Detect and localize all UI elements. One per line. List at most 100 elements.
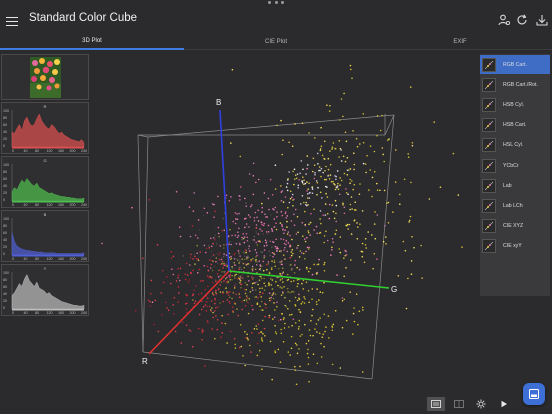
mode-item-lab-lch[interactable]: Lab LCh [480,196,550,215]
color-point [279,222,282,224]
color-cube-3d-plot[interactable]: R G B [89,52,477,392]
mode-item-hsl-cyl[interactable]: HSL Cyl. [480,136,550,155]
multitasking-dots[interactable] [268,1,284,7]
color-point [290,335,293,338]
color-point [264,302,266,305]
mode-item-cie-xyy[interactable]: CIE xyY [480,237,550,256]
mode-item-cie-xyz[interactable]: CIE XYZ [480,217,550,236]
color-point [316,362,319,365]
color-point [264,239,267,241]
color-point [260,265,263,267]
color-point [192,269,194,272]
color-point [301,252,303,254]
mode-item-rgb-cart[interactable]: RGB Cart. [480,55,550,74]
color-point [240,283,242,286]
refresh-icon[interactable] [515,13,529,27]
color-point [231,297,233,300]
color-point [381,114,383,117]
color-point [185,324,188,327]
histogram-x-tick-label: 240 [81,149,87,153]
color-point [314,174,316,176]
color-point [241,236,243,239]
color-point [285,305,288,308]
color-point [205,251,207,254]
color-point [243,241,246,244]
color-point [236,213,238,215]
color-point [311,298,313,300]
color-point [342,155,345,158]
color-point [216,273,219,275]
color-point [345,267,347,269]
color-point [282,139,284,141]
play-button[interactable] [495,397,513,411]
color-point [327,168,330,171]
color-point [233,287,236,289]
color-point [303,183,305,186]
color-point [204,289,206,291]
mode-item-hsb-cart[interactable]: HSB Cart. [480,116,550,135]
color-point [294,264,296,266]
color-point [212,244,214,247]
color-point [323,270,326,272]
color-point [339,184,341,186]
color-point [354,201,357,203]
color-space-icon [482,118,496,133]
color-point [328,110,331,112]
color-point [306,268,308,270]
mode-item-hsb-cyl[interactable]: HSB Cyl. [480,95,550,114]
mode-item-ycbcr[interactable]: YCbCr [480,156,550,175]
tulip-image-thumbnail[interactable] [30,57,61,98]
color-space-list: RGB Cart. RGB Cart./Rot. HSB Cyl. HSB Cart.… [480,54,550,296]
color-point [282,188,285,191]
color-point [248,280,250,282]
color-point [164,301,167,304]
person-settings-icon[interactable] [497,13,511,27]
image-view-button[interactable] [427,397,445,411]
color-point [194,300,197,303]
color-point [331,249,333,251]
color-point [308,381,310,383]
color-point [333,182,335,185]
photo-picker-button[interactable] [523,383,545,405]
color-point [368,189,370,191]
color-point [215,293,218,295]
split-view-button[interactable] [450,397,468,411]
color-point [246,333,248,336]
download-icon[interactable] [535,13,549,27]
color-point [262,224,265,227]
color-point [300,160,303,162]
color-point [410,273,413,275]
color-point [345,319,348,322]
color-point [283,286,285,288]
color-point [244,292,247,295]
color-point [323,345,325,348]
color-point [282,238,285,241]
color-point [203,244,206,247]
color-point [273,316,276,319]
color-point [258,349,261,352]
color-point [286,189,289,192]
tab-cie-plot[interactable]: CIE Plot [184,34,368,50]
r-axis [148,270,230,355]
color-point [154,299,157,302]
color-point [197,237,199,239]
tab-exif[interactable]: EXIF [368,34,552,50]
color-point [262,233,265,235]
mode-item-lab[interactable]: Lab [480,176,550,195]
color-point [256,260,258,263]
mode-label: CIE XYZ [503,223,524,230]
color-point [335,204,338,207]
color-point [234,264,236,266]
color-point [257,296,259,299]
color-point [279,286,281,288]
color-point [260,309,263,311]
color-point [314,328,316,330]
color-point [210,260,212,263]
settings-button[interactable] [472,397,490,411]
tab-3d-plot[interactable]: 3D Plot [0,34,184,50]
mode-item-rgb-cart-rot[interactable]: RGB Cart./Rot. [480,75,550,94]
color-point [290,220,293,222]
color-point [256,263,259,265]
color-point [247,275,249,278]
hamburger-menu-icon[interactable] [6,14,18,28]
